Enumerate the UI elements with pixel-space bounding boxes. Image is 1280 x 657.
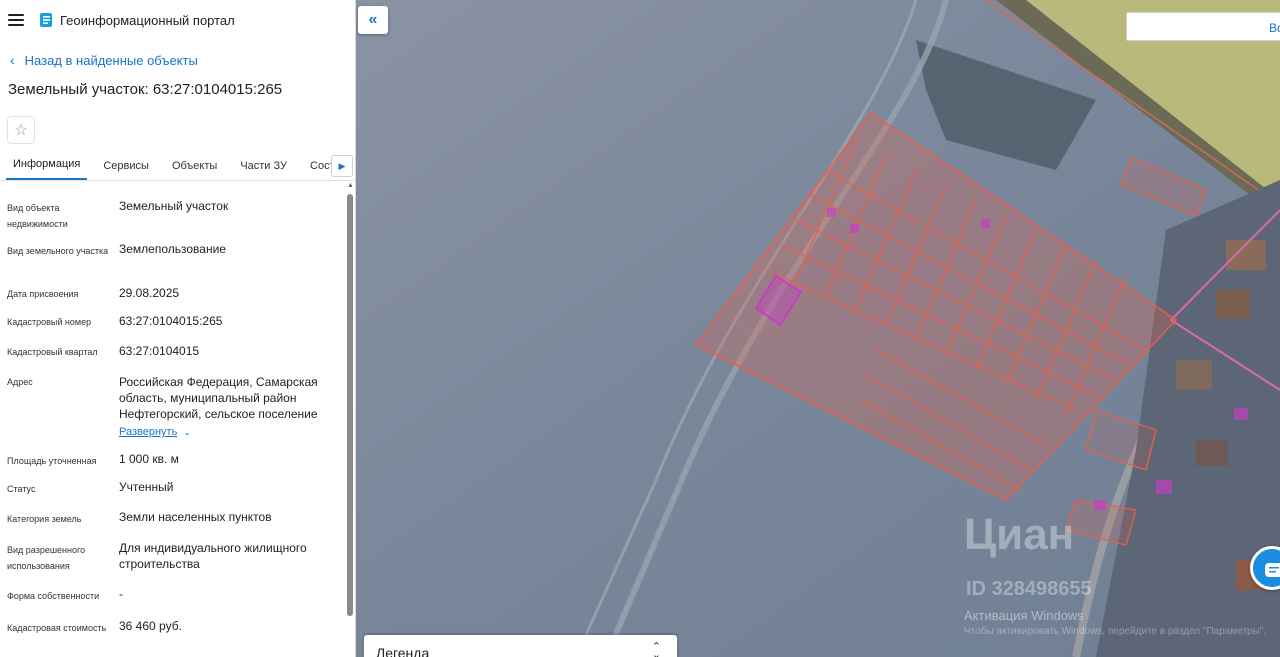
double-chevron-left-icon[interactable]: « <box>358 6 388 34</box>
property-label: Категория земель <box>7 514 82 524</box>
property-value: Землепользование <box>119 242 226 256</box>
property-label: Дата присвоения <box>7 289 79 299</box>
property-value: Земли населенных пунктов <box>119 510 272 524</box>
windows-activation-title: Активация Windows <box>964 608 1084 623</box>
property-label: Адрес <box>7 377 33 387</box>
legend-label: Легенда <box>376 645 430 657</box>
scrollbar[interactable]: ▲ <box>346 182 354 657</box>
legend-panel[interactable]: Легенда ⌃ ⌄ <box>364 635 677 657</box>
map-view[interactable]: « Во Циан ID 328498655 Активация Windows… <box>356 0 1280 657</box>
property-value: 63:27:0104015 <box>119 344 200 358</box>
chevron-down-icon: ⌄ <box>183 427 191 437</box>
property-label: Площадь уточненная <box>7 456 97 466</box>
cadastral-number-value: 63:27:0104015:265 <box>119 314 223 328</box>
top-bar: Геоинформационный портал <box>0 0 355 40</box>
windows-activation-text: Чтобы активировать Windows, перейдите в … <box>964 626 1267 637</box>
property-label: Форма собственности <box>7 591 100 601</box>
map-imagery <box>356 0 1280 657</box>
cadastral-value: 36 460 руб. <box>119 619 182 633</box>
tab-services[interactable]: Сервисы <box>96 160 156 180</box>
property-label: Кадастровый квартал <box>7 347 98 357</box>
portal-logo-icon <box>40 13 52 27</box>
watermark-id: ID 328498655 <box>966 578 1092 600</box>
property-value: 1 000 кв. м <box>119 452 179 466</box>
property-label: Кадастровый номер <box>7 317 92 327</box>
property-value: Земельный участок <box>119 199 229 213</box>
property-value: 29.08.2025 <box>119 286 180 300</box>
chevron-left-icon: ‹ <box>10 52 15 68</box>
status-value: Учтенный <box>119 480 174 494</box>
tab-parts[interactable]: Части ЗУ <box>233 160 294 180</box>
property-label: Вид объекта недвижимости <box>7 203 68 229</box>
scroll-up-icon[interactable]: ▲ <box>347 182 354 189</box>
property-value: - <box>119 587 123 601</box>
info-panel: Геоинформационный портал ‹ Назад в найде… <box>0 0 356 657</box>
app: Геоинформационный портал ‹ Назад в найде… <box>0 0 1280 657</box>
star-icon[interactable]: ☆ <box>7 116 35 144</box>
expand-label: Развернуть <box>119 426 178 438</box>
tabs-scroll-right-icon[interactable]: ▶ <box>331 155 353 177</box>
hamburger-icon[interactable] <box>8 14 24 26</box>
expand-collapse-icon[interactable]: ⌃ ⌄ <box>652 642 661 657</box>
object-title: Земельный участок: 63:27:0104015:265 <box>8 81 283 98</box>
tab-information[interactable]: Информация <box>6 158 88 180</box>
property-value: Для индивидуального жилищного строительс… <box>119 541 307 571</box>
map-search-input[interactable]: Во <box>1126 12 1280 41</box>
expand-address-link[interactable]: Развернуть ⌄ <box>119 426 191 438</box>
tab-objects[interactable]: Объекты <box>165 160 224 180</box>
property-label: Вид разрешенного использования <box>7 545 86 571</box>
scrollbar-thumb[interactable] <box>347 194 353 616</box>
address-value: Российская Федерация, Самарская область,… <box>119 375 318 421</box>
back-link-label: Назад в найденные объекты <box>24 52 198 68</box>
property-label: Вид земельного участка <box>7 246 109 256</box>
watermark: Циан <box>964 510 1075 559</box>
app-title: Геоинформационный портал <box>60 12 235 28</box>
property-label: Кадастровая стоимость <box>7 623 107 633</box>
tab-bar: Информация Сервисы Объекты Части ЗУ Сост… <box>0 151 355 181</box>
back-link[interactable]: ‹ Назад в найденные объекты <box>0 50 355 70</box>
property-label: Статус <box>7 484 36 494</box>
